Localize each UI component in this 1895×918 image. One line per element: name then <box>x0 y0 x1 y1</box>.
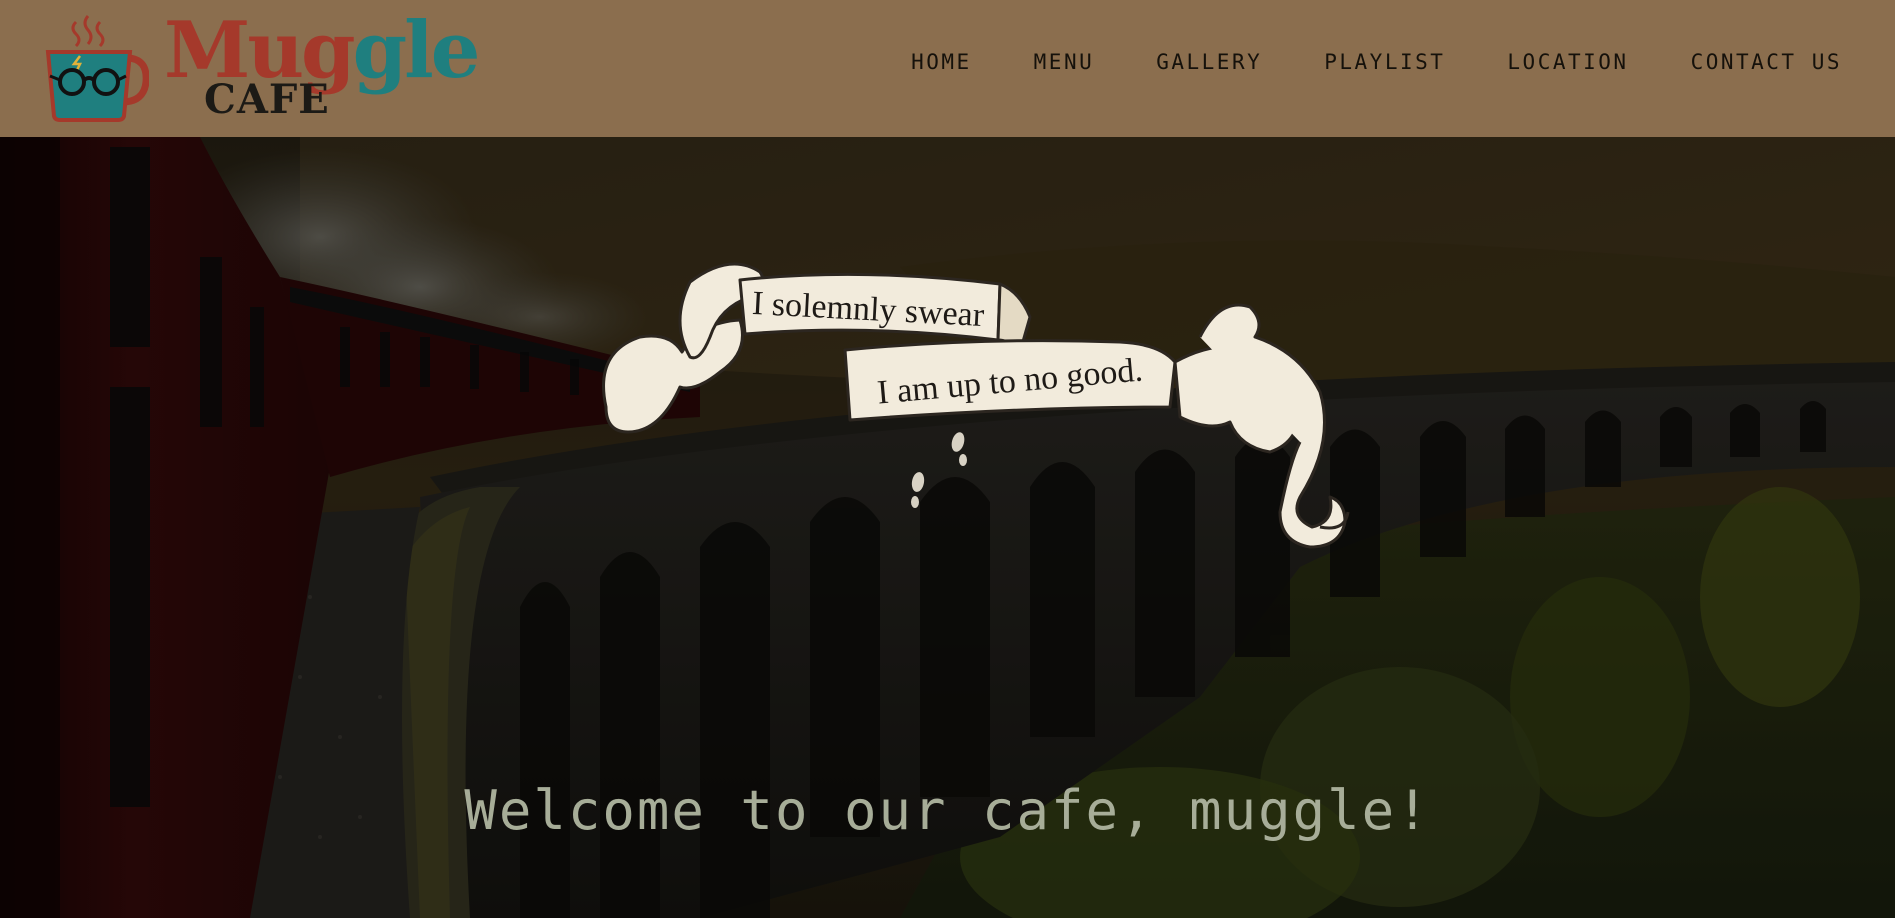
solemnly-swear-banner: I solemnly swear I am up to no good. <box>602 262 1350 549</box>
coffee-cup-glasses-icon <box>45 15 149 122</box>
logo-wordmark-teal: gle <box>352 5 481 96</box>
nav-menu[interactable]: MENU <box>1034 50 1095 74</box>
nav-home[interactable]: HOME <box>911 50 972 74</box>
nav-contact-us[interactable]: CONTACT US <box>1691 50 1842 74</box>
nav-playlist[interactable]: PLAYLIST <box>1324 50 1445 74</box>
nav-gallery[interactable]: GALLERY <box>1156 50 1262 74</box>
site-header: Muggle CAFE HOME MENU GALLERY PLAYLIST L… <box>0 0 1895 137</box>
hero-section: I solemnly swear I am up to no good. Wel… <box>0 137 1895 918</box>
nav-location[interactable]: LOCATION <box>1507 50 1628 74</box>
logo-subtitle: CAFE <box>204 76 330 123</box>
main-nav: HOME MENU GALLERY PLAYLIST LOCATION CONT… <box>911 50 1842 74</box>
logo-link[interactable]: Muggle CAFE <box>44 10 494 125</box>
welcome-heading: Welcome to our cafe, muggle! <box>464 779 1431 842</box>
